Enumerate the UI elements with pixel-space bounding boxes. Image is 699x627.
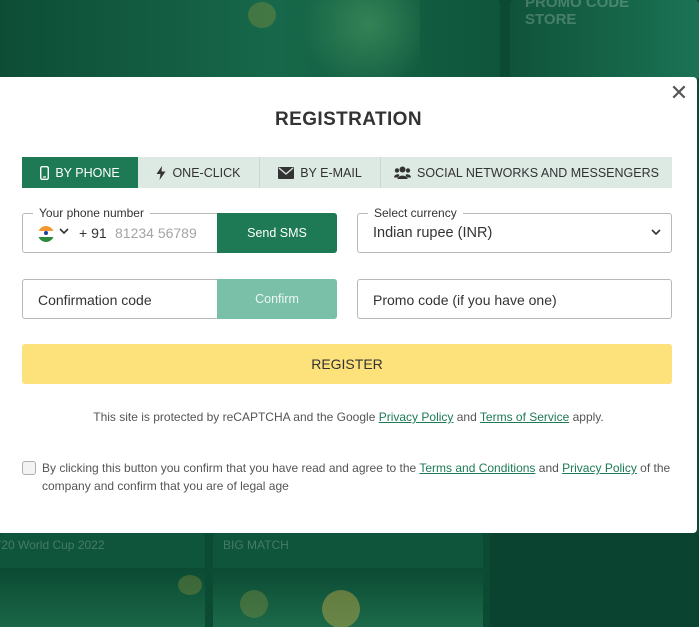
send-sms-button[interactable]: Send SMS xyxy=(217,213,337,253)
background-coin xyxy=(178,575,202,595)
agreement-checkbox[interactable] xyxy=(22,461,36,475)
privacy-policy-link[interactable]: Privacy Policy xyxy=(562,461,637,475)
lightning-icon xyxy=(156,165,166,180)
currency-label: Select currency xyxy=(368,206,463,220)
envelope-icon xyxy=(278,166,295,179)
agreement-text: By clicking this button you confirm that… xyxy=(42,459,672,495)
terms-and-conditions-link[interactable]: Terms and Conditions xyxy=(419,461,535,475)
chevron-down-icon xyxy=(651,229,661,236)
phone-input[interactable] xyxy=(115,223,215,243)
tab-by-phone[interactable]: BY PHONE xyxy=(22,157,138,188)
tab-label: SOCIAL NETWORKS AND MESSENGERS xyxy=(417,165,659,180)
agreement-and: and xyxy=(538,461,559,475)
recaptcha-and: and xyxy=(456,410,477,424)
phone-number-field: Your phone number + 91 Send SMS xyxy=(22,206,337,253)
promo-code-field xyxy=(357,279,672,319)
phone-number-label: Your phone number xyxy=(33,206,150,220)
tab-social-networks[interactable]: SOCIAL NETWORKS AND MESSENGERS xyxy=(381,157,672,188)
recaptcha-notice: This site is protected by reCAPTCHA and … xyxy=(0,410,697,424)
promo-code-input[interactable] xyxy=(373,290,658,310)
tab-one-click[interactable]: ONE-CLICK xyxy=(138,157,260,188)
agreement-prefix: By clicking this button you confirm that… xyxy=(42,461,417,475)
currency-value: Indian rupee (INR) xyxy=(373,225,493,241)
background-hand-graphic xyxy=(290,0,420,80)
register-button[interactable]: REGISTER xyxy=(22,344,672,384)
tab-label: BY PHONE xyxy=(55,165,120,180)
registration-modal: ✕ REGISTRATION BY PHONE ONE-CLICK BY E-M… xyxy=(0,77,697,533)
background-trophy-graphic xyxy=(322,590,360,627)
confirmation-code-field: Confirm xyxy=(22,279,337,319)
tab-label: BY E-MAIL xyxy=(300,165,362,180)
background-coin xyxy=(240,590,268,618)
privacy-policy-link[interactable]: Privacy Policy xyxy=(379,410,454,424)
country-code: + 91 xyxy=(79,225,107,241)
background-coin xyxy=(248,2,276,28)
confirmation-code-input[interactable] xyxy=(38,290,213,310)
background-promo-text: PROMO CODE STORE xyxy=(525,0,630,28)
background-caption-mid: BIG MATCH xyxy=(223,538,289,552)
modal-title: REGISTRATION xyxy=(275,109,422,130)
background-card-right xyxy=(490,533,699,627)
phone-icon xyxy=(40,165,50,180)
india-flag-icon[interactable] xyxy=(38,226,54,242)
close-icon[interactable]: ✕ xyxy=(669,82,689,104)
chevron-down-icon[interactable] xyxy=(59,228,69,235)
users-icon xyxy=(394,166,412,179)
agreement-row: By clicking this button you confirm that… xyxy=(22,459,672,495)
tab-label: ONE-CLICK xyxy=(172,165,241,180)
recaptcha-suffix: apply. xyxy=(572,410,604,424)
registration-tabs: BY PHONE ONE-CLICK BY E-MAIL SOCIAL NETW… xyxy=(22,157,672,188)
background-caption-left: T20 World Cup 2022 xyxy=(0,538,105,552)
recaptcha-prefix: This site is protected by reCAPTCHA and … xyxy=(93,410,376,424)
background-thumb-left xyxy=(0,568,205,627)
currency-select[interactable]: Select currency Indian rupee (INR) xyxy=(357,206,672,253)
tab-by-email[interactable]: BY E-MAIL xyxy=(260,157,381,188)
terms-of-service-link[interactable]: Terms of Service xyxy=(480,410,569,424)
confirm-button[interactable]: Confirm xyxy=(217,279,337,319)
